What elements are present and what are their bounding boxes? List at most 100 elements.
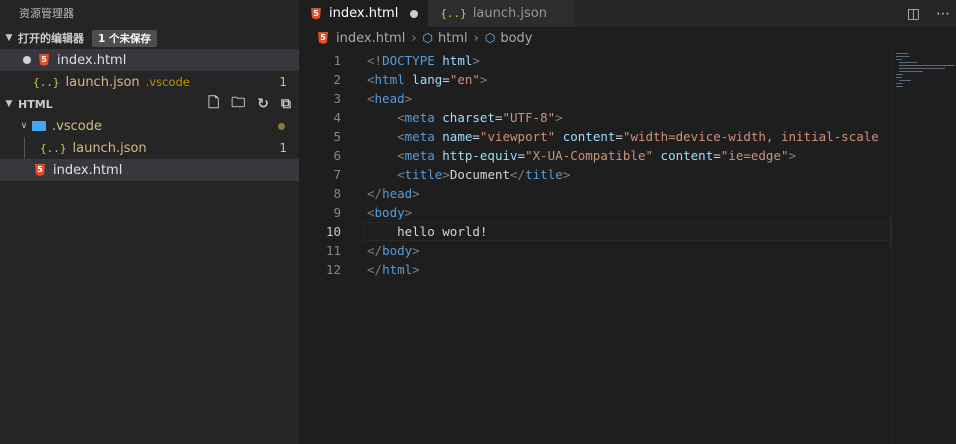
open-editor-index-html[interactable]: 5 index.html (0, 49, 299, 71)
explorer-sidebar: 资源管理器 ▼ 打开的编辑器 1 个未保存 5 index.html {..} … (0, 0, 299, 444)
line-number: 10 (325, 224, 341, 239)
minimap-line (896, 86, 903, 87)
code-text: <title>Document</title> (397, 167, 571, 182)
open-editor-label: launch.json (65, 74, 140, 90)
tree-item-launch-json[interactable]: {..} launch.json 1 (0, 137, 299, 159)
line-number: 4 (333, 110, 341, 125)
symbol-element-icon: ⬡ (484, 31, 496, 45)
new-file-icon[interactable]: 🗋 (208, 92, 219, 116)
line-number: 8 (333, 186, 341, 201)
editor-area: 5 index.html {..} launch.json ◫ ⋯ 5 inde… (299, 0, 956, 444)
code-text: <html lang="en"> (367, 72, 488, 87)
unsaved-badge: 1 个未保存 (92, 29, 157, 47)
split-editor-icon[interactable]: ◫ (907, 6, 920, 22)
chevron-down-icon: ▼ (5, 99, 13, 109)
tree-item-label: launch.json (72, 140, 147, 156)
line-number: 12 (325, 262, 341, 277)
refresh-icon[interactable]: ↻ (257, 96, 269, 112)
code-text: hello world! (397, 224, 488, 239)
tab-index-html[interactable]: 5 index.html (299, 0, 429, 27)
code-text: </html> (367, 262, 420, 277)
line-number: 3 (333, 91, 341, 106)
code-text: </body> (367, 243, 420, 258)
open-editors-header[interactable]: ▼ 打开的编辑器 1 个未保存 (0, 27, 299, 49)
modified-dot-icon (278, 122, 285, 130)
code-text: <head> (367, 91, 413, 106)
json-icon: {..} (33, 75, 60, 89)
code-line-current: 10 hello world! (299, 222, 891, 241)
folder-header-html[interactable]: ▼ HTML 🗋 🗀 ↻ ⧉ (0, 93, 299, 115)
breadcrumb-file[interactable]: index.html (336, 31, 405, 46)
line-number: 11 (325, 243, 341, 258)
new-folder-icon[interactable]: 🗀 (231, 92, 245, 116)
line-number: 1 (333, 53, 341, 68)
folder-icon (32, 121, 46, 131)
code-line: 3 <head> (299, 89, 891, 108)
minimap-line (896, 77, 902, 78)
minimap-line (896, 59, 902, 60)
code-line: 2 <html lang="en"> (299, 70, 891, 89)
unsaved-dot-icon[interactable] (23, 56, 31, 64)
folder-label: HTML (18, 97, 53, 111)
code-line: 8 </head> (299, 184, 891, 203)
code-text: <meta charset="UTF-8"> (397, 110, 563, 125)
collapse-all-icon[interactable]: ⧉ (281, 96, 291, 112)
minimap[interactable] (891, 51, 956, 444)
minimap-line (899, 65, 955, 66)
breadcrumb: 5 index.html › ⬡ html › ⬡ body (299, 27, 956, 49)
minimap-line (899, 62, 917, 63)
code-line: 1 <!DOCTYPE html> (299, 51, 891, 70)
minimap-line (896, 83, 903, 84)
minimap-line (896, 56, 910, 57)
html5-icon: 5 (39, 54, 49, 66)
code-line: 9 <body> (299, 203, 891, 222)
open-editor-launch-json[interactable]: {..} launch.json .vscode 1 (0, 71, 299, 93)
tree-item-index-html[interactable]: 5 index.html (0, 159, 299, 181)
tree-item-label: index.html (53, 162, 123, 178)
tab-launch-json[interactable]: {..} launch.json (428, 0, 575, 27)
html5-icon: 5 (318, 32, 328, 44)
tree-item-label: .vscode (52, 118, 102, 134)
breadcrumb-html[interactable]: html (438, 31, 468, 46)
chevron-right-icon: › (473, 30, 479, 46)
minimap-line (899, 68, 945, 69)
editor-actions: ◫ ⋯ (907, 0, 950, 27)
json-icon: {..} (440, 7, 467, 20)
tree-item-vscode[interactable]: ∨ .vscode (0, 115, 299, 137)
code-editor[interactable]: 1 <!DOCTYPE html> 2 <html lang="en"> 3 <hea… (299, 51, 891, 279)
code-text: <body> (367, 205, 413, 220)
open-editor-folder-desc: .vscode (145, 75, 190, 89)
code-line: 7 <title>Document</title> (299, 165, 891, 184)
problem-count: 1 (279, 75, 287, 89)
indent-guide (24, 137, 25, 159)
unsaved-dot-icon[interactable] (410, 9, 419, 18)
breadcrumb-body[interactable]: body (500, 31, 532, 46)
tab-label: launch.json (472, 6, 547, 21)
explorer-toolbar: 🗋 🗀 ↻ ⧉ (208, 93, 291, 115)
code-text: <meta name="viewport" content="width=dev… (397, 129, 879, 144)
json-icon: {..} (40, 141, 67, 155)
chevron-down-icon: ∨ (20, 121, 28, 131)
code-line: 12 </html> (299, 260, 891, 279)
code-line: 6 <meta http-equiv="X-UA-Compatible" con… (299, 146, 891, 165)
minimap-line (896, 53, 908, 54)
line-number: 2 (333, 72, 341, 87)
problem-count: 1 (279, 141, 287, 155)
chevron-right-icon: › (411, 30, 417, 46)
code-line: 4 <meta charset="UTF-8"> (299, 108, 891, 127)
symbol-element-icon: ⬡ (422, 31, 433, 45)
open-editors-label: 打开的编辑器 (18, 32, 84, 45)
chevron-down-icon: ▼ (5, 33, 13, 43)
more-actions-icon[interactable]: ⋯ (936, 6, 950, 22)
html5-icon: 5 (311, 7, 321, 20)
minimap-line (899, 71, 923, 72)
tab-bar: 5 index.html {..} launch.json ◫ ⋯ (299, 0, 956, 27)
code-text: <!DOCTYPE html> (367, 53, 480, 68)
minimap-line (896, 74, 903, 75)
code-line: 5 <meta name="viewport" content="width=d… (299, 127, 891, 146)
open-editor-label: index.html (57, 52, 127, 68)
line-number: 7 (333, 167, 341, 182)
explorer-title: 资源管理器 (19, 7, 74, 20)
line-number: 6 (333, 148, 341, 163)
html5-icon: 5 (35, 164, 45, 176)
